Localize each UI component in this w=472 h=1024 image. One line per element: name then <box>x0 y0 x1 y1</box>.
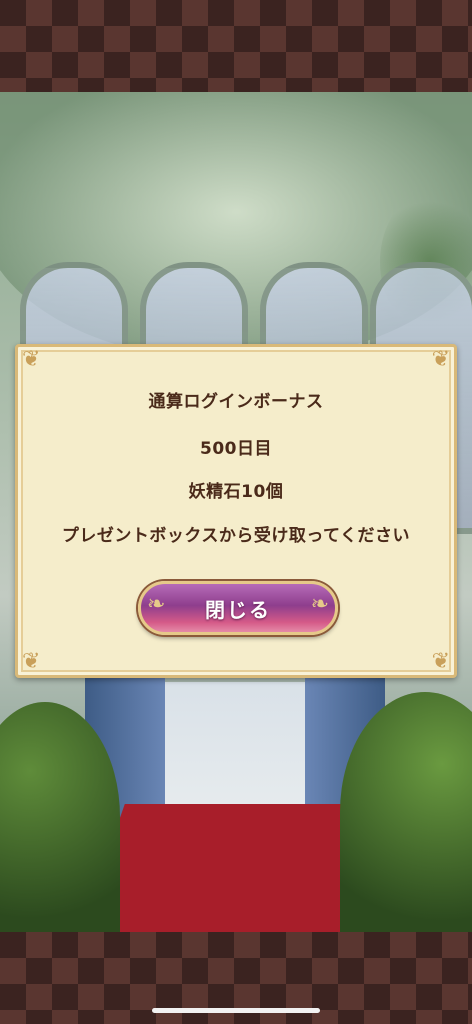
swirl-ornament-icon: ❧ <box>310 592 329 617</box>
ornament-flourish-icon: ❦ <box>22 649 41 674</box>
login-day-count: 500日目 <box>200 439 272 459</box>
ornament-flourish-icon: ❦ <box>22 347 41 372</box>
close-button-label: 閉じる <box>205 597 271 622</box>
home-indicator[interactable] <box>152 1008 320 1013</box>
bonus-title: 通算ログインボーナス <box>148 392 324 412</box>
login-bonus-dialog: ❦ ❦ ❦ ❦ 通算ログインボーナス 500日目 妖精石10個 プレゼントボック… <box>15 344 457 678</box>
top-diamond-pattern <box>0 0 472 92</box>
ornament-flourish-icon: ❦ <box>431 649 450 674</box>
reward-instruction: プレゼントボックスから受け取ってください <box>61 526 411 546</box>
close-button[interactable]: ❧ 閉じる ❧ <box>138 581 338 635</box>
reward-item: 妖精石10個 <box>188 482 284 502</box>
swirl-ornament-icon: ❧ <box>147 592 166 617</box>
ornament-flourish-icon: ❦ <box>431 347 450 372</box>
